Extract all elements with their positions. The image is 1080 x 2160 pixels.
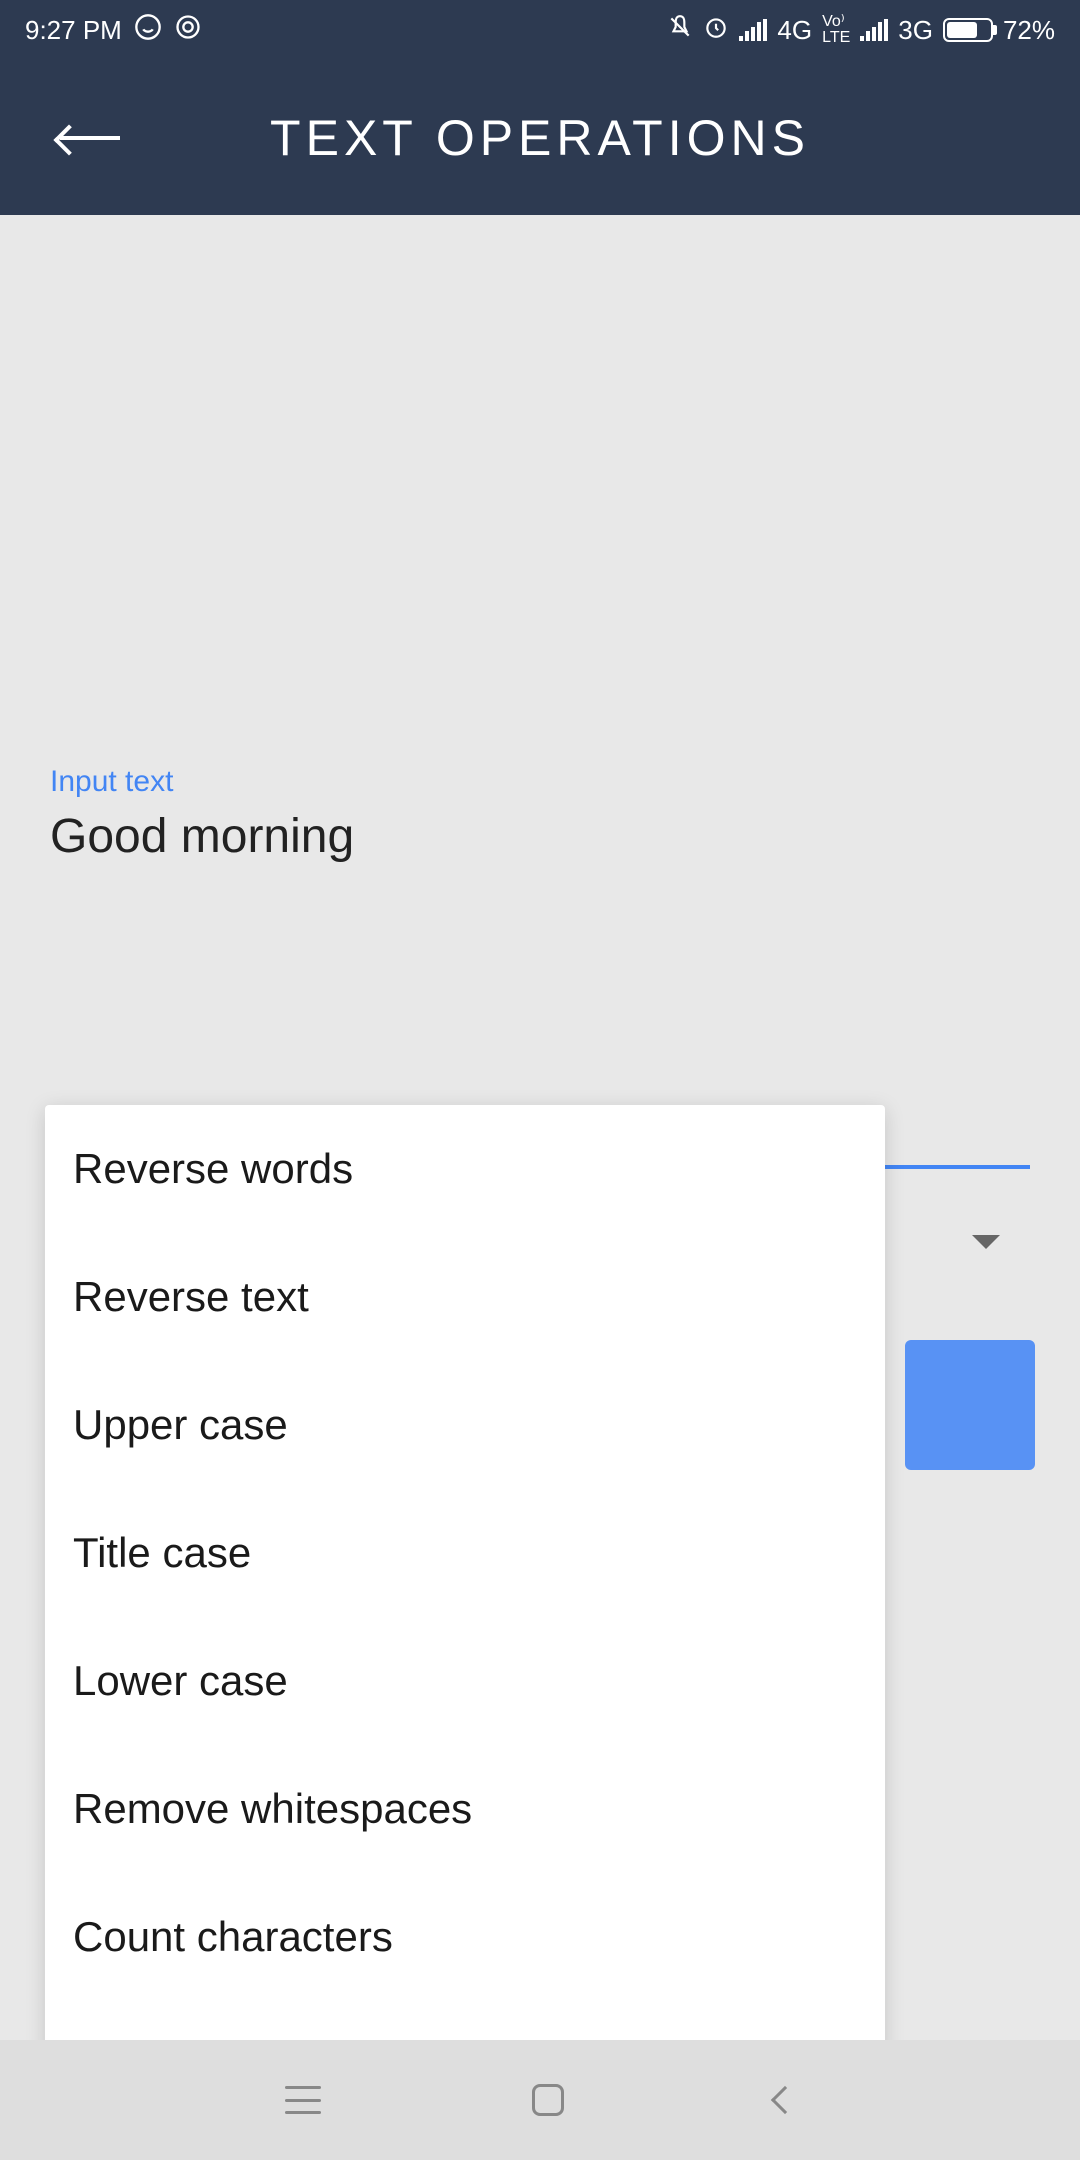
status-right: 4G Vo⁾LTE 3G 72% [667,14,1055,47]
content-area: Input text Good morning Reverse words Re… [0,215,1080,914]
dropdown-item-title-case[interactable]: Title case [45,1489,885,1617]
signal-bars-icon-2 [860,19,888,41]
recent-apps-button[interactable] [285,2086,321,2114]
dropdown-item-reverse-text[interactable]: Reverse text [45,1233,885,1361]
dropdown-item-remove-whitespaces[interactable]: Remove whitespaces [45,1745,885,1873]
back-button[interactable] [770,2086,798,2114]
app-bar: TEXT OPERATIONS [0,60,1080,215]
dropdown-item-lower-case[interactable]: Lower case [45,1617,885,1745]
status-left: 9:27 PM [25,13,202,48]
dropdown-item-reverse-words[interactable]: Reverse words [45,1105,885,1233]
input-label: Input text [50,765,1030,799]
operations-dropdown-menu: Reverse words Reverse text Upper case Ti… [45,1105,885,2129]
input-text-field[interactable]: Good morning [50,809,1030,864]
navigation-bar [0,2040,1080,2160]
battery-icon [943,18,993,42]
sync-icon [174,13,202,48]
dropdown-item-upper-case[interactable]: Upper case [45,1361,885,1489]
chevron-down-icon[interactable] [972,1235,1000,1249]
network-4g-label: 4G [777,15,812,46]
signal-bars-icon [739,19,767,41]
home-button[interactable] [532,2084,564,2116]
dropdown-item-count-characters[interactable]: Count characters [45,1873,885,2001]
action-button[interactable] [905,1340,1035,1470]
page-title: TEXT OPERATIONS [60,109,1020,167]
alarm-icon [703,14,729,47]
whatsapp-icon [134,13,162,48]
back-arrow-icon[interactable] [60,136,120,140]
battery-percent: 72% [1003,15,1055,46]
status-time: 9:27 PM [25,15,122,46]
volte-label: Vo⁾LTE [822,14,850,46]
status-bar: 9:27 PM [0,0,1080,60]
network-3g-label: 3G [898,15,933,46]
mute-icon [667,14,693,47]
